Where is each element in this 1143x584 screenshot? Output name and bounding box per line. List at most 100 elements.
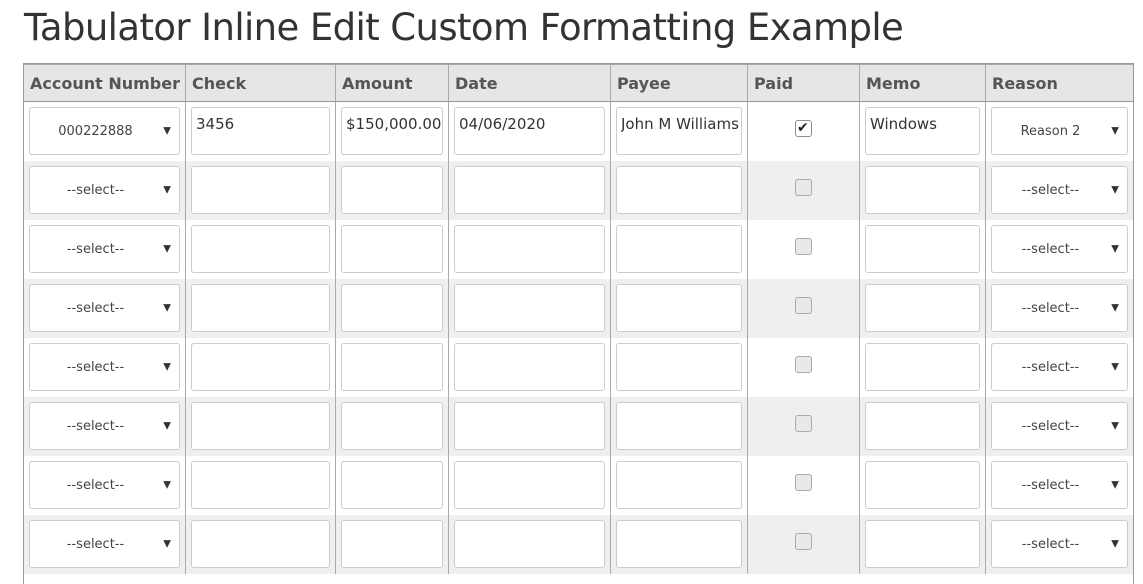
date-input[interactable] (454, 225, 605, 273)
check-input[interactable] (191, 402, 330, 450)
memo-input[interactable]: Windows (865, 107, 980, 155)
reason-select[interactable]: --select-- ▼ (991, 343, 1128, 391)
amount-input[interactable] (341, 166, 443, 214)
paid-checkbox[interactable] (795, 238, 812, 255)
account-number-select[interactable]: --select-- ▼ (29, 166, 180, 214)
reason-value: --select-- (1021, 182, 1080, 198)
column-header-memo[interactable]: Memo (860, 65, 986, 101)
payee-input[interactable] (616, 166, 742, 214)
memo-input[interactable] (865, 166, 980, 214)
account-number-cell: 000222888 ▼ (24, 102, 186, 161)
payee-input[interactable] (616, 343, 742, 391)
column-header-account-number[interactable]: Account Number (24, 65, 186, 101)
amount-input[interactable] (341, 461, 443, 509)
column-header-reason[interactable]: Reason (986, 65, 1133, 101)
date-input[interactable] (454, 284, 605, 332)
account-number-value: --select-- (66, 182, 125, 198)
paid-checkbox[interactable] (795, 474, 812, 491)
payee-input[interactable] (616, 402, 742, 450)
table-header: Account Number Check Amount Date Payee P… (24, 64, 1133, 102)
account-number-cell: --select-- ▼ (24, 338, 186, 397)
reason-select[interactable]: --select-- ▼ (991, 402, 1128, 450)
check-input[interactable] (191, 225, 330, 273)
paid-checkbox[interactable] (795, 179, 812, 196)
amount-input[interactable] (341, 520, 443, 568)
date-input[interactable] (454, 343, 605, 391)
table-row: --select-- ▼ --select-- ▼ (24, 338, 1133, 397)
amount-input[interactable] (341, 284, 443, 332)
account-number-select[interactable]: --select-- ▼ (29, 225, 180, 273)
amount-cell (336, 397, 449, 456)
reason-cell: --select-- ▼ (986, 456, 1133, 515)
column-header-amount[interactable]: Amount (336, 65, 449, 101)
check-input[interactable]: 3456 (191, 107, 330, 155)
amount-cell (336, 161, 449, 220)
reason-select[interactable]: --select-- ▼ (991, 284, 1128, 332)
account-number-value: --select-- (66, 300, 125, 316)
column-header-check[interactable]: Check (186, 65, 336, 101)
account-number-select[interactable]: --select-- ▼ (29, 343, 180, 391)
date-input[interactable] (454, 402, 605, 450)
column-header-paid[interactable]: Paid (748, 65, 860, 101)
account-number-select[interactable]: --select-- ▼ (29, 520, 180, 568)
memo-input[interactable] (865, 402, 980, 450)
column-header-date[interactable]: Date (449, 65, 611, 101)
payee-input[interactable] (616, 225, 742, 273)
paid-checkbox[interactable]: ✔ (795, 120, 812, 137)
amount-input[interactable] (341, 225, 443, 273)
memo-cell (860, 279, 986, 338)
caret-down-icon: ▼ (1111, 302, 1119, 314)
column-header-payee[interactable]: Payee (611, 65, 748, 101)
memo-input[interactable] (865, 343, 980, 391)
date-input[interactable] (454, 461, 605, 509)
reason-value: --select-- (1021, 536, 1080, 552)
payee-input[interactable] (616, 520, 742, 568)
check-input[interactable] (191, 166, 330, 214)
account-number-select[interactable]: --select-- ▼ (29, 461, 180, 509)
memo-input[interactable] (865, 284, 980, 332)
check-input[interactable] (191, 284, 330, 332)
reason-select[interactable]: --select-- ▼ (991, 225, 1128, 273)
table-row: --select-- ▼ --select-- ▼ (24, 456, 1133, 515)
reason-select[interactable]: --select-- ▼ (991, 520, 1128, 568)
reason-select[interactable]: --select-- ▼ (991, 166, 1128, 214)
paid-checkbox[interactable] (795, 297, 812, 314)
date-cell: 04/06/2020 (449, 102, 611, 161)
check-cell (186, 515, 336, 574)
reason-select[interactable]: --select-- ▼ (991, 461, 1128, 509)
paid-checkbox[interactable] (795, 415, 812, 432)
caret-down-icon: ▼ (1111, 420, 1119, 432)
date-input[interactable] (454, 166, 605, 214)
page-title: Tabulator Inline Edit Custom Formatting … (24, 6, 904, 49)
memo-cell (860, 456, 986, 515)
reason-value: --select-- (1021, 241, 1080, 257)
paid-checkbox[interactable] (795, 533, 812, 550)
check-cell (186, 338, 336, 397)
date-input[interactable]: 04/06/2020 (454, 107, 605, 155)
reason-select[interactable]: Reason 2 ▼ (991, 107, 1128, 155)
caret-down-icon: ▼ (1111, 538, 1119, 550)
memo-cell (860, 161, 986, 220)
payee-input[interactable]: John M Williams (616, 107, 742, 155)
memo-input[interactable] (865, 520, 980, 568)
amount-input[interactable] (341, 402, 443, 450)
paid-cell (748, 279, 860, 338)
table-row: --select-- ▼ --select-- ▼ (24, 220, 1133, 279)
check-input[interactable] (191, 343, 330, 391)
memo-input[interactable] (865, 225, 980, 273)
payee-input[interactable] (616, 284, 742, 332)
account-number-select[interactable]: 000222888 ▼ (29, 107, 180, 155)
memo-input[interactable] (865, 461, 980, 509)
account-number-select[interactable]: --select-- ▼ (29, 402, 180, 450)
amount-input[interactable]: $150,000.00 (341, 107, 443, 155)
date-cell (449, 220, 611, 279)
date-input[interactable] (454, 520, 605, 568)
table-row: --select-- ▼ --select-- ▼ (24, 279, 1133, 338)
check-input[interactable] (191, 461, 330, 509)
amount-input[interactable] (341, 343, 443, 391)
check-cell (186, 397, 336, 456)
check-input[interactable] (191, 520, 330, 568)
paid-checkbox[interactable] (795, 356, 812, 373)
account-number-select[interactable]: --select-- ▼ (29, 284, 180, 332)
payee-input[interactable] (616, 461, 742, 509)
